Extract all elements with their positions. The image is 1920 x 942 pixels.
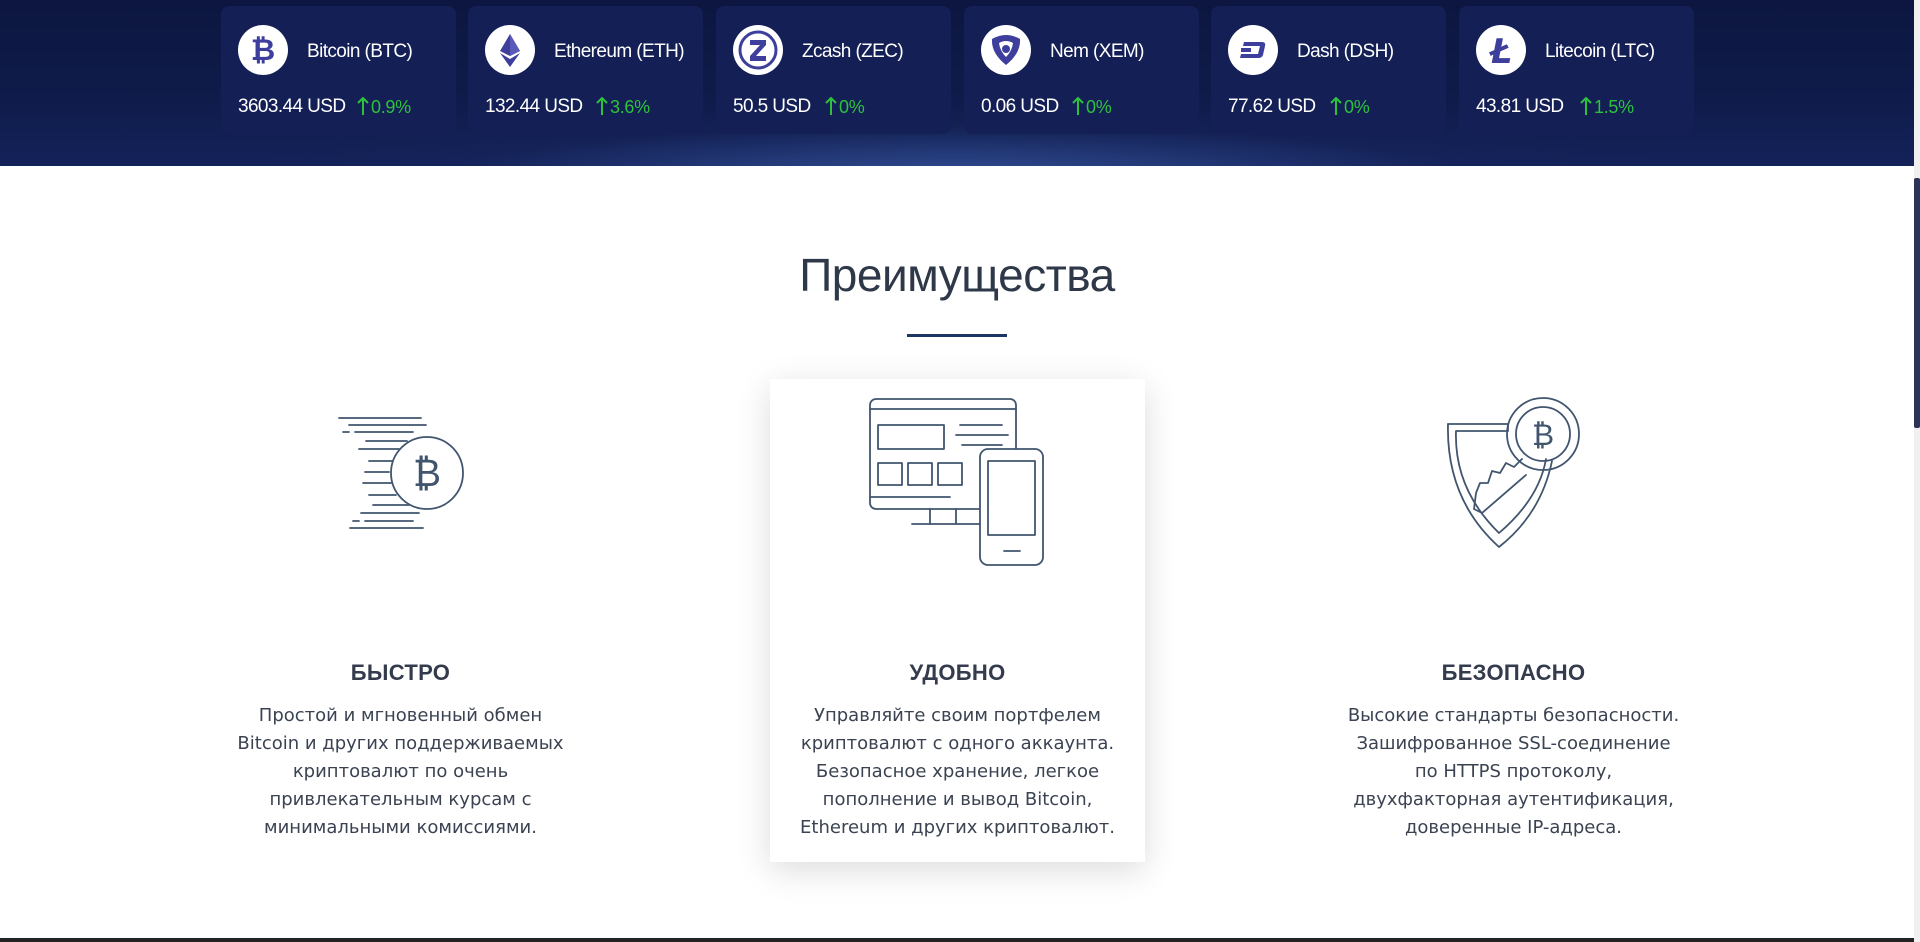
coin-change: 3.6% xyxy=(596,96,650,118)
litecoin-icon: Ł xyxy=(1476,25,1526,75)
coin-price: 77.62 USD xyxy=(1228,96,1316,117)
shield-key-icon: ₿ xyxy=(1326,379,1701,569)
ticker-card-eth[interactable]: Ethereum (ETH) 132.44 USD 3.6% xyxy=(468,6,703,134)
coin-price: 50.5 USD xyxy=(733,96,811,117)
ticker-card-ltc[interactable]: Ł Litecoin (LTC) 43.81 USD 1.5% xyxy=(1459,6,1694,134)
dash-icon xyxy=(1228,25,1278,75)
ticker-card-xem[interactable]: Nem (XEM) 0.06 USD 0% xyxy=(964,6,1199,134)
feature-title: БЕЗОПАСНО xyxy=(1441,660,1586,685)
arrow-up-icon xyxy=(1580,96,1592,115)
svg-text:₿: ₿ xyxy=(251,33,275,68)
arrow-up-icon xyxy=(596,96,608,115)
ticker-card-zec[interactable]: Zcash (ZEC) 50.5 USD 0% xyxy=(716,6,951,134)
svg-text:Ł: Ł xyxy=(1489,32,1512,72)
coin-change: 0% xyxy=(1072,96,1112,118)
section-title: Преимущества xyxy=(799,249,1115,301)
ethereum-icon xyxy=(485,25,535,75)
crypto-ticker-band: ₿ Bitcoin (BTC) 3603.44 USD 0.9% Ethereu… xyxy=(0,0,1914,166)
arrow-up-icon xyxy=(1330,96,1342,115)
coin-name: Zcash (ZEC) xyxy=(802,41,904,62)
coin-price: 132.44 USD xyxy=(485,96,583,117)
coin-price: 3603.44 USD xyxy=(238,96,346,117)
feature-description: Высокие стандарты безопасности. Зашифров… xyxy=(1347,705,1680,838)
feature-description: Простой и мгновенный обмен Bitcoin и дру… xyxy=(237,705,564,838)
ticker-card-dsh[interactable]: Dash (DSH) 77.62 USD 0% xyxy=(1211,6,1446,134)
ticker-card-btc[interactable]: ₿ Bitcoin (BTC) 3603.44 USD 0.9% xyxy=(221,6,456,134)
coin-price: 0.06 USD xyxy=(981,96,1059,117)
coin-change: 1.5% xyxy=(1580,96,1634,118)
feature-convenient: УДОБНО Управляйте своим портфелем крипто… xyxy=(770,379,1145,862)
coin-name: Ethereum (ETH) xyxy=(554,41,685,62)
devices-icon xyxy=(770,379,1145,569)
bitcoin-icon: ₿ xyxy=(238,25,288,75)
arrow-up-icon xyxy=(357,96,369,115)
coin-price: 43.81 USD xyxy=(1476,96,1564,117)
svg-text:₿: ₿ xyxy=(1532,418,1554,453)
coin-name: Dash (DSH) xyxy=(1297,41,1394,62)
arrow-up-icon xyxy=(1072,96,1084,115)
fast-bitcoin-icon: ₿ xyxy=(213,379,588,569)
feature-secure: ₿ БЕЗОПАСНО Высокие стандарты безопаснос… xyxy=(1326,379,1701,862)
coin-name: Bitcoin (BTC) xyxy=(307,41,413,62)
svg-text:₿: ₿ xyxy=(413,451,441,495)
coin-change: 0% xyxy=(1330,96,1370,118)
coin-name: Nem (XEM) xyxy=(1050,41,1144,62)
arrow-up-icon xyxy=(825,96,837,115)
scrollbar-track[interactable] xyxy=(1914,0,1920,942)
coin-change: 0% xyxy=(825,96,865,118)
bottom-divider xyxy=(0,938,1914,942)
scrollbar-thumb[interactable] xyxy=(1914,178,1920,428)
feature-fast: ₿ БЫСТРО Простой и мгновенный обмен Bitc… xyxy=(213,379,588,862)
zcash-icon xyxy=(733,25,783,75)
coin-change: 0.9% xyxy=(357,96,411,118)
feature-title: БЫСТРО xyxy=(350,660,451,685)
coin-name: Litecoin (LTC) xyxy=(1545,41,1655,62)
nem-icon xyxy=(981,25,1031,75)
title-underline xyxy=(907,334,1007,337)
feature-description: Управляйте своим портфелем криптовалют с… xyxy=(800,705,1115,838)
feature-title: УДОБНО xyxy=(909,660,1006,685)
